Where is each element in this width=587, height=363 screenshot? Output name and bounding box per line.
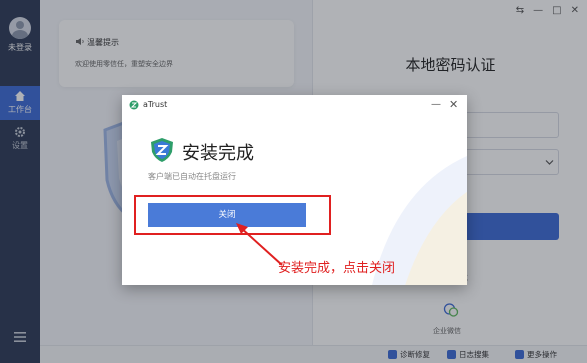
dialog-app-name: aTrust [143,100,168,109]
dialog-minimize-button[interactable]: — [431,99,441,110]
annotation-text: 安装完成，点击关闭 [278,261,396,276]
atrust-logo-icon [129,100,139,110]
dialog-close-icon[interactable]: ✕ [449,98,458,111]
dialog-titlebar: aTrust — ✕ [122,95,467,117]
dialog-title: 安装完成 [182,143,254,164]
dialog-subtitle: 客户端已自动在托盘运行 [148,172,236,181]
atrust-logo-icon [151,138,173,162]
